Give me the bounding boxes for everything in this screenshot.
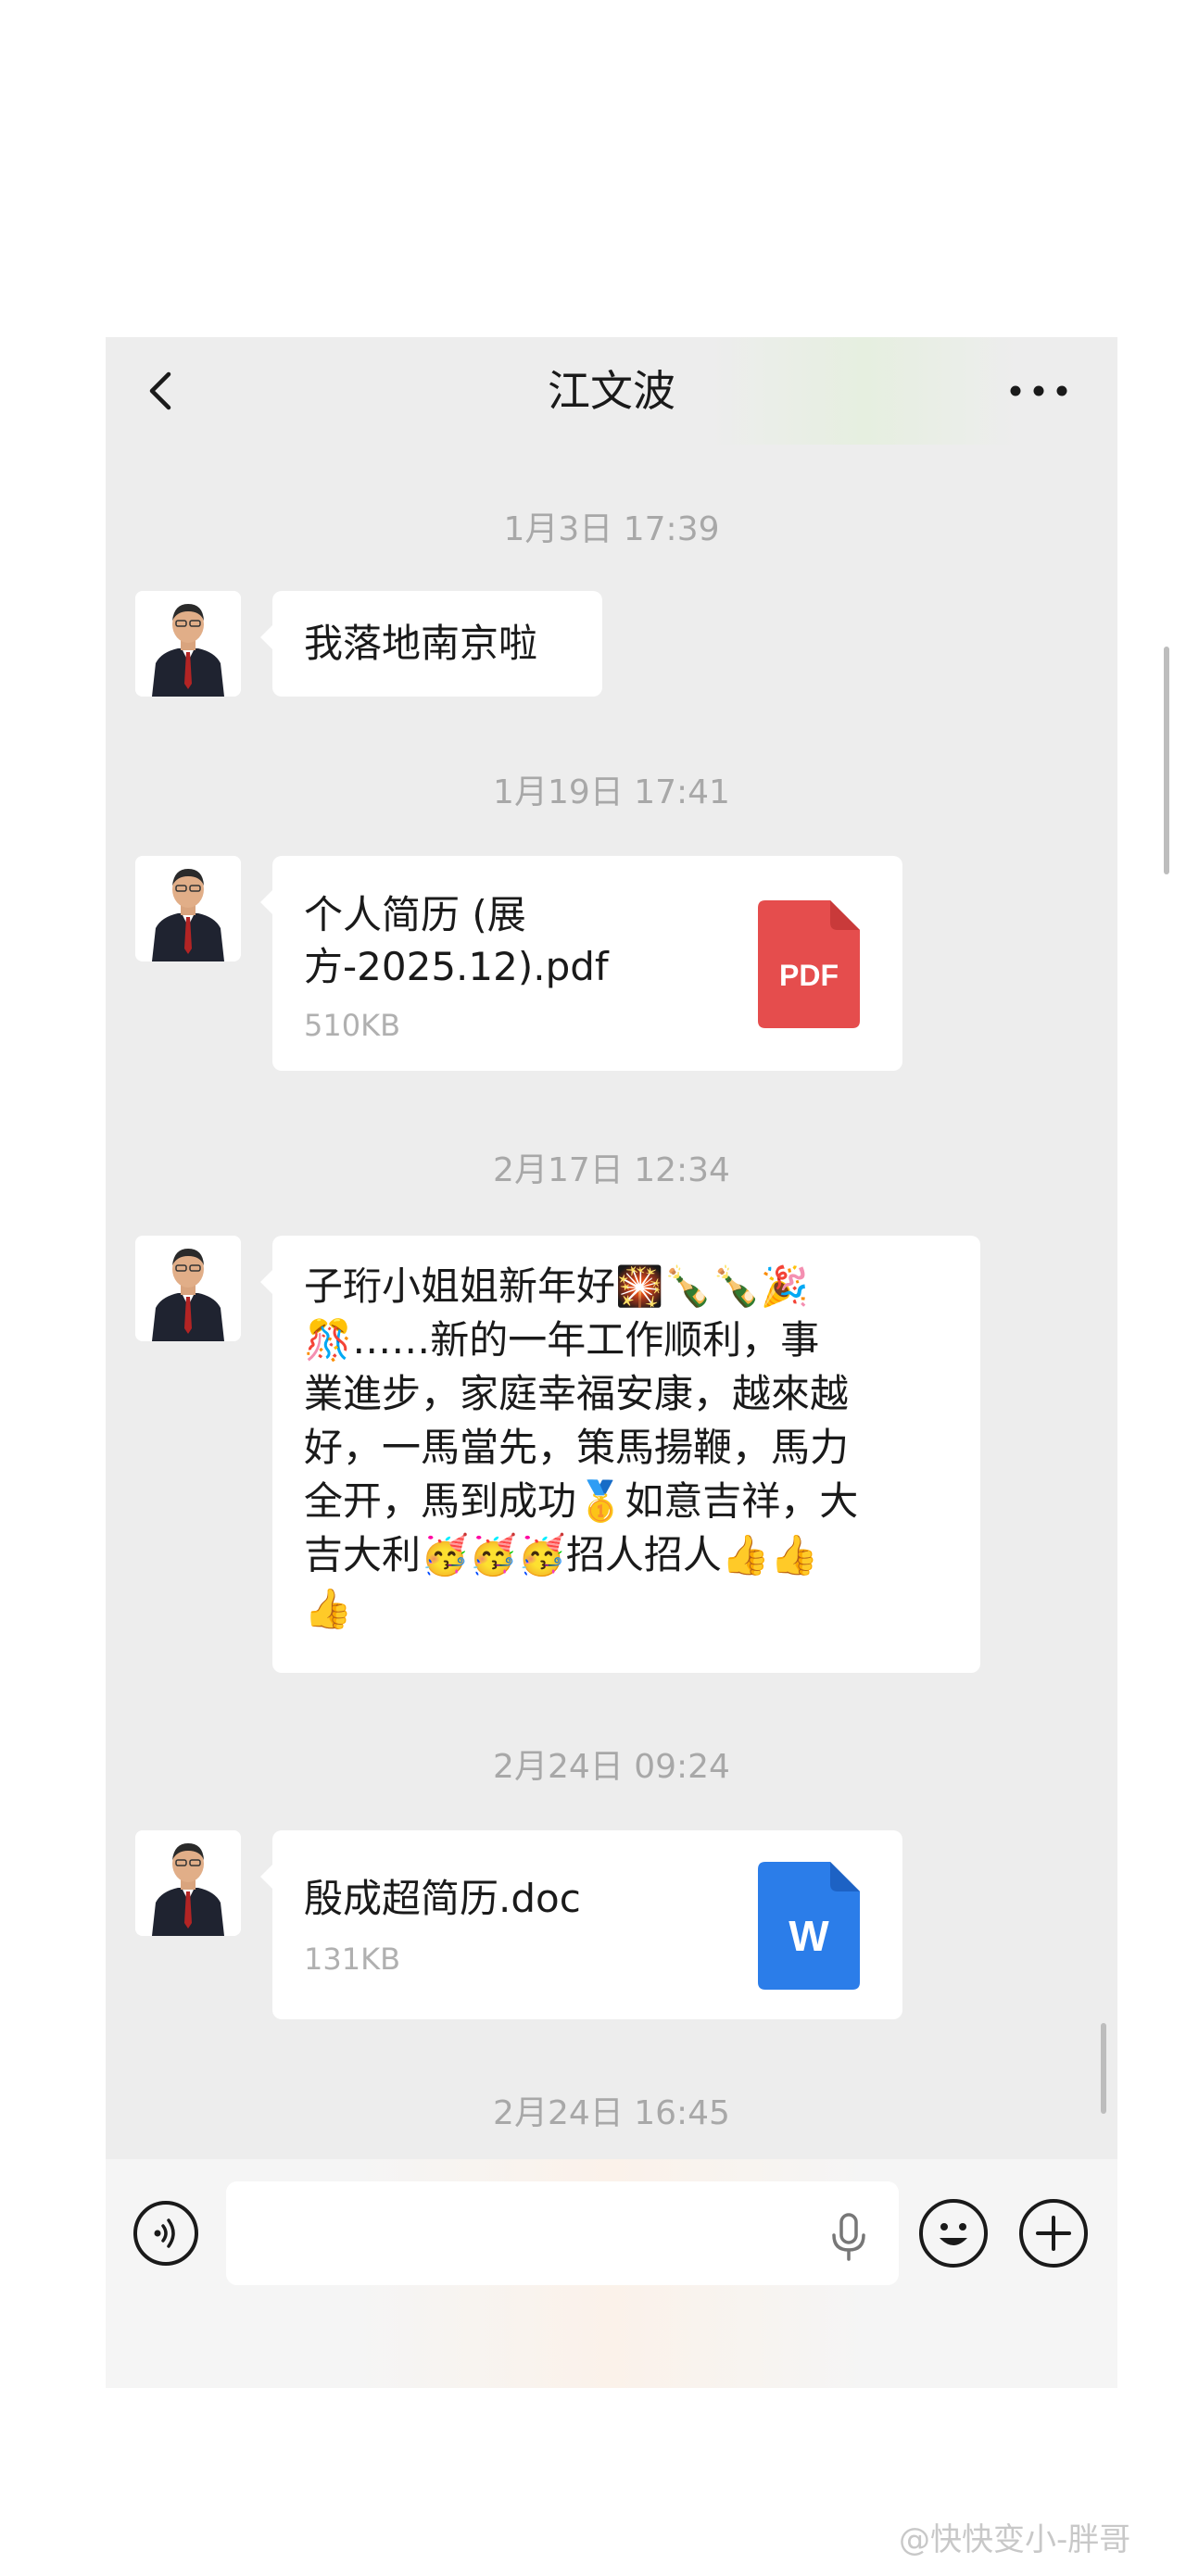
file-size: 510KB bbox=[304, 1008, 401, 1043]
plus-icon[interactable] bbox=[1019, 2199, 1088, 2268]
message-timestamp: 2月17日 12:34 bbox=[493, 1151, 730, 1189]
avatar[interactable] bbox=[135, 591, 241, 697]
message-timestamp: 1月3日 17:39 bbox=[503, 510, 720, 548]
file-name: 个人简历 (展 方-2025.12).pdf bbox=[304, 889, 730, 993]
message-input[interactable] bbox=[226, 2181, 899, 2285]
file-name-line: 方-2025.12).pdf bbox=[304, 944, 609, 989]
file-message-bubble[interactable]: 个人简历 (展 方-2025.12).pdf 510KB PDF bbox=[260, 856, 902, 1071]
watermark: @快快变小-胖哥 bbox=[899, 2521, 1131, 2558]
page-scrollbar[interactable] bbox=[1164, 647, 1169, 874]
ellipsis-icon[interactable] bbox=[1006, 374, 1071, 408]
word-file-icon: W bbox=[758, 1862, 860, 1990]
message-bubble[interactable]: 我落地南京啦 bbox=[260, 591, 602, 697]
message-timestamp: 2月24日 16:45 bbox=[493, 2094, 730, 2132]
message-line: 🎊……新的一年工作顺利，事 bbox=[304, 1317, 820, 1363]
message-text: 子珩小姐姐新年好🎇🍾🍾🎉 🎊……新的一年工作顺利，事 業進步，家庭幸福安康，越來… bbox=[304, 1260, 962, 1636]
file-name-line: 个人简历 (展 bbox=[304, 892, 526, 937]
message-line: 子珩小姐姐新年好🎇🍾🍾🎉 bbox=[304, 1263, 810, 1309]
scrollbar[interactable] bbox=[1101, 2023, 1106, 2114]
chat-title: 江文波 bbox=[548, 366, 675, 416]
chevron-left-icon[interactable] bbox=[139, 367, 187, 415]
avatar[interactable] bbox=[135, 856, 241, 961]
pdf-icon-label: PDF bbox=[779, 959, 839, 992]
message-timestamp: 2月24日 09:24 bbox=[493, 1748, 730, 1786]
voice-mode-icon[interactable] bbox=[133, 2201, 198, 2266]
file-size: 131KB bbox=[304, 1941, 401, 1977]
message-bubble[interactable]: 子珩小姐姐新年好🎇🍾🍾🎉 🎊……新的一年工作顺利，事 業進步，家庭幸福安康，越來… bbox=[260, 1236, 980, 1673]
emoji-icon[interactable] bbox=[919, 2199, 988, 2268]
file-name: 殷成超简历.doc bbox=[304, 1876, 581, 1921]
chat-window: 江文波 1月3日 17:39 我落地南京啦 1月19日 17:41 个人简历 (… bbox=[106, 337, 1117, 2388]
message-line: 全开，馬到成功🥇如意吉祥，大 bbox=[304, 1478, 859, 1524]
avatar[interactable] bbox=[135, 1236, 241, 1341]
file-message-bubble[interactable]: 殷成超简历.doc 131KB W bbox=[260, 1830, 902, 2019]
message-line: 👍 bbox=[304, 1586, 353, 1631]
message-line: 吉大利🥳🥳🥳招人招人👍👍 bbox=[304, 1532, 819, 1577]
avatar[interactable] bbox=[135, 1830, 241, 1936]
message-line: 業進步，家庭幸福安康，越來越 bbox=[304, 1371, 850, 1416]
message-line: 好，一馬當先，策馬揚鞭，馬力 bbox=[304, 1425, 850, 1470]
chat-header: 江文波 bbox=[106, 337, 1117, 445]
word-icon-label: W bbox=[789, 1912, 829, 1960]
microphone-icon[interactable] bbox=[828, 2213, 869, 2261]
input-bar bbox=[106, 2159, 1117, 2388]
message-timestamp: 1月19日 17:41 bbox=[493, 773, 730, 811]
message-text: 我落地南京啦 bbox=[304, 621, 538, 666]
pdf-file-icon: PDF bbox=[758, 900, 860, 1028]
